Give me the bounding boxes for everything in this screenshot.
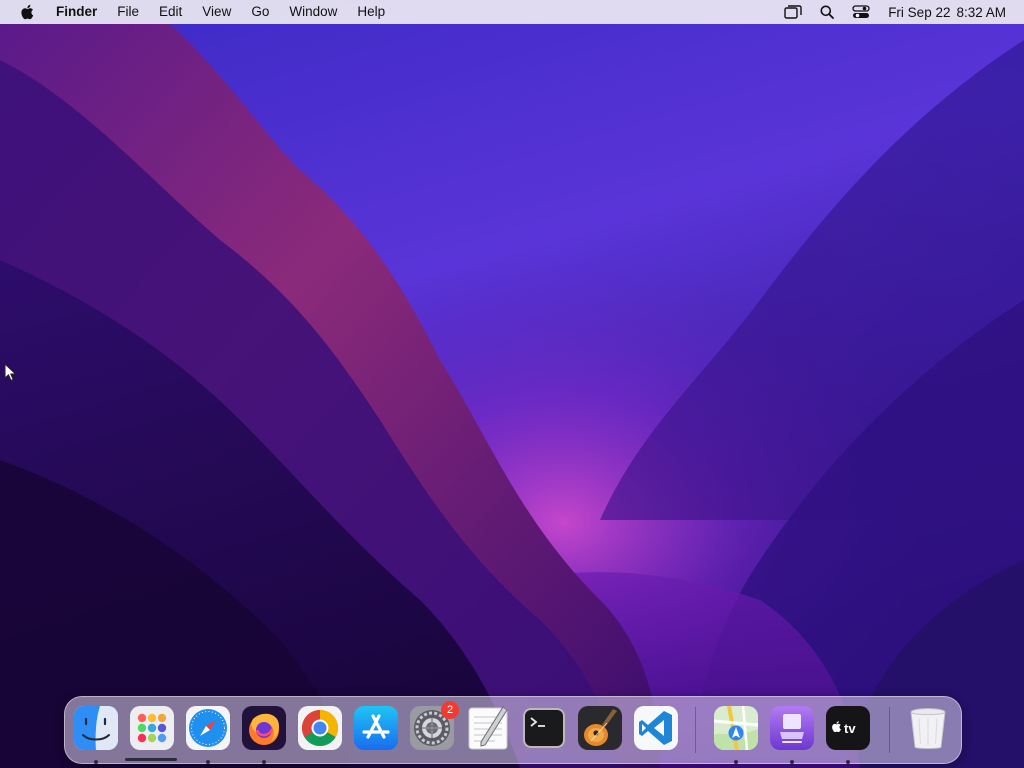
dock-item-terminal[interactable] <box>521 705 567 751</box>
menu-help[interactable]: Help <box>347 0 395 24</box>
trash-icon <box>910 708 946 749</box>
garageband-icon <box>578 706 622 750</box>
finder-icon <box>74 706 118 750</box>
dock-item-system-settings[interactable]: 2 <box>409 701 459 751</box>
svg-text:tv: tv <box>844 721 856 736</box>
spotlight-search-icon[interactable] <box>810 0 844 24</box>
dock-item-app-store[interactable] <box>353 705 399 751</box>
dock: 2 tv <box>64 696 962 764</box>
menu-edit[interactable]: Edit <box>149 0 192 24</box>
dock-scroll-indicator <box>125 758 177 761</box>
menu-bar: Finder File Edit View Go Window Help Fri… <box>0 0 1024 24</box>
running-indicator <box>790 760 794 764</box>
menu-file[interactable]: File <box>107 0 149 24</box>
dock-item-finder[interactable] <box>73 705 119 764</box>
clock-time: 8:32 AM <box>956 4 1006 20</box>
menu-go[interactable]: Go <box>241 0 279 24</box>
dock-item-garageband[interactable] <box>577 705 623 751</box>
apple-logo-icon[interactable] <box>12 4 42 20</box>
maps-icon <box>713 705 759 751</box>
dock-item-chrome[interactable] <box>297 705 343 751</box>
desktop-wallpaper <box>0 0 1024 768</box>
vscode-icon <box>634 706 678 750</box>
dock-item-trash[interactable] <box>905 705 951 751</box>
clock-date: Fri Sep 22 <box>888 4 951 20</box>
running-indicator <box>262 760 266 764</box>
apple-tv-icon: tv <box>826 706 870 750</box>
running-indicator <box>734 760 738 764</box>
textedit-icon <box>468 706 508 750</box>
dock-item-firefox[interactable] <box>241 705 287 764</box>
app-store-icon <box>354 706 398 750</box>
dock-item-maps[interactable] <box>713 705 759 764</box>
dock-separator <box>889 707 890 753</box>
dock-item-launchpad[interactable] <box>129 705 175 751</box>
menu-app-name[interactable]: Finder <box>46 0 107 24</box>
dock-item-safari[interactable] <box>185 705 231 764</box>
dock-item-apple-configurator[interactable] <box>769 705 815 764</box>
control-center-icon[interactable] <box>844 0 878 24</box>
notification-badge: 2 <box>441 701 459 719</box>
mouse-cursor-icon <box>4 362 18 388</box>
dock-separator <box>695 707 696 753</box>
apple-configurator-icon <box>770 706 814 750</box>
firefox-icon <box>242 706 286 750</box>
screen-mirroring-icon[interactable] <box>776 0 810 24</box>
menu-view[interactable]: View <box>192 0 241 24</box>
chrome-icon <box>298 706 342 750</box>
dock-item-apple-tv[interactable]: tv <box>825 705 871 764</box>
running-indicator <box>206 760 210 764</box>
running-indicator <box>846 760 850 764</box>
running-indicator <box>94 760 98 764</box>
dock-item-textedit[interactable] <box>465 705 511 751</box>
menu-bar-clock[interactable]: Fri Sep 22 8:32 AM <box>878 5 1006 20</box>
terminal-icon <box>523 708 565 748</box>
launchpad-icon <box>130 706 174 750</box>
menu-window[interactable]: Window <box>279 0 347 24</box>
dock-item-vscode[interactable] <box>633 705 679 751</box>
safari-icon <box>186 706 230 750</box>
